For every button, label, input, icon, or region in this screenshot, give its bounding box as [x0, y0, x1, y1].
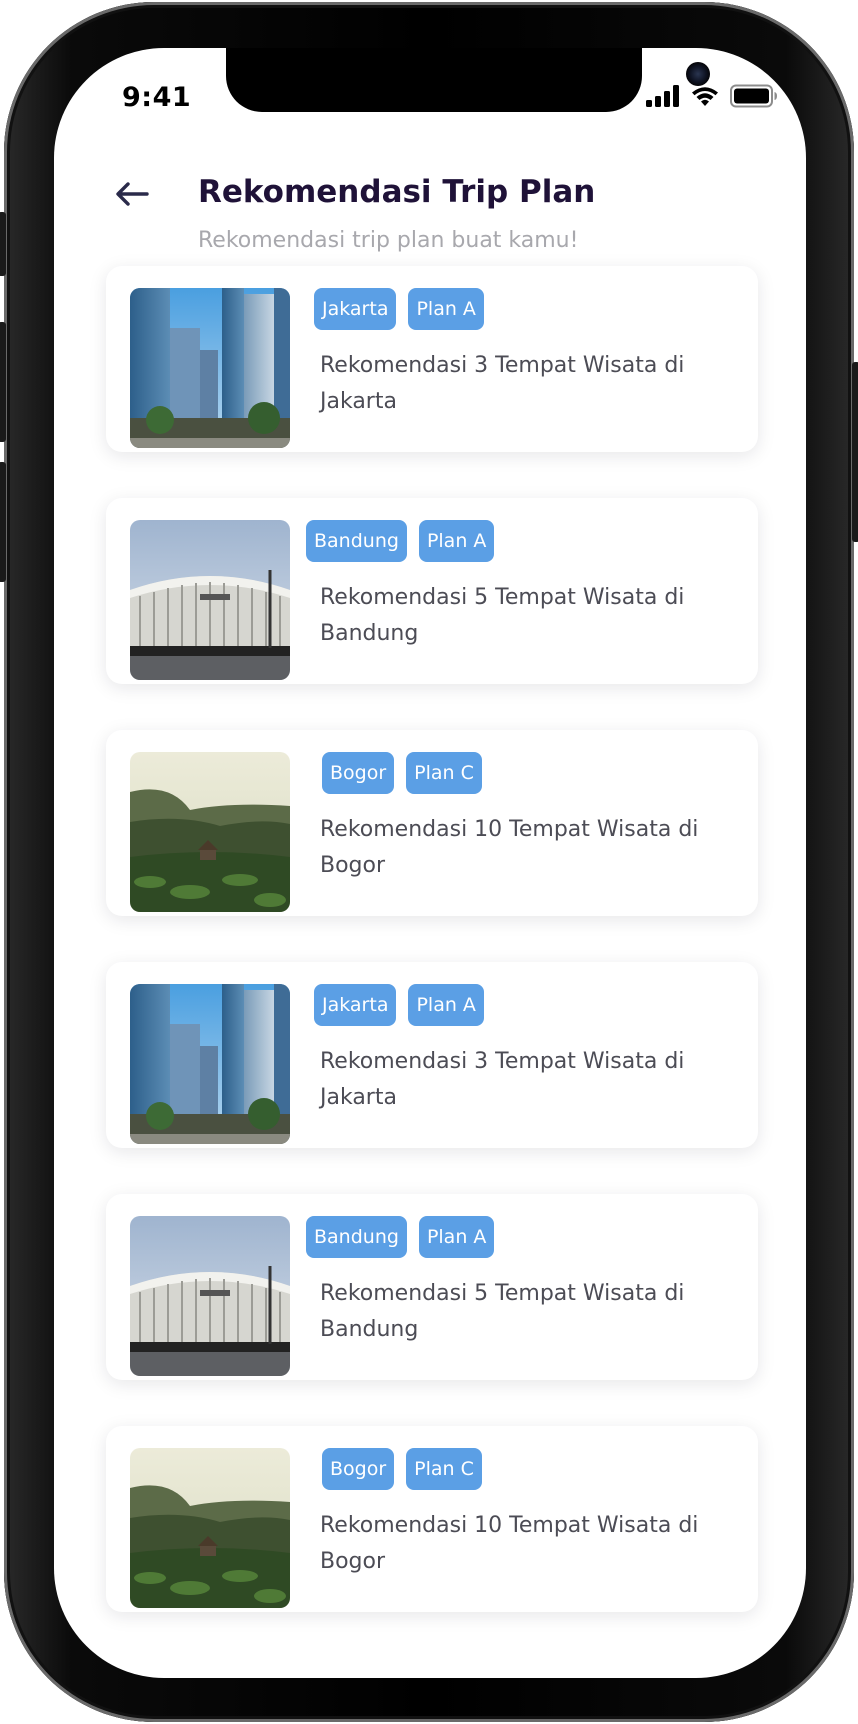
card-title: Rekomendasi 3 Tempat Wisata di Jakarta — [320, 353, 685, 414]
plan-tag: Plan A — [408, 288, 484, 330]
status-icons — [646, 84, 778, 112]
mute-switch — [0, 462, 6, 582]
card-title: Rekomendasi 10 Tempat Wisata di Bogor — [320, 817, 699, 878]
city-tag: Bogor — [322, 752, 395, 794]
plan-tag: Plan A — [418, 1216, 495, 1258]
jakarta-skyscrapers-photo — [130, 984, 290, 1144]
trip-card[interactable]: Jakarta Plan A Rekomendasi 3 Tempat Wisa… — [106, 266, 758, 452]
page-subtitle: Rekomendasi trip plan buat kamu! — [198, 228, 579, 253]
power-button — [852, 362, 858, 542]
plan-tag: Plan A — [418, 520, 495, 562]
plan-tag: Plan A — [408, 984, 484, 1026]
trip-card[interactable]: Bogor Plan C Rekomendasi 10 Tempat Wisat… — [106, 1426, 758, 1612]
bandung-stadium-photo — [130, 1216, 290, 1376]
tag-group: Jakarta Plan A — [314, 288, 484, 330]
jakarta-skyscrapers-photo — [130, 288, 290, 448]
city-tag: Bandung — [306, 1216, 407, 1258]
tag-group: Bandung Plan A — [306, 520, 495, 562]
bandung-stadium-photo — [130, 520, 290, 680]
tag-group: Bandung Plan A — [306, 1216, 495, 1258]
trip-card[interactable]: Jakarta Plan A Rekomendasi 3 Tempat Wisa… — [106, 962, 758, 1148]
card-title: Rekomendasi 5 Tempat Wisata di Bandung — [320, 585, 685, 646]
bogor-forest-photo — [130, 1448, 290, 1608]
trip-card[interactable]: Bandung Plan A Rekomendasi 5 Tempat Wisa… — [106, 498, 758, 684]
tag-group: Bogor Plan C — [322, 752, 482, 794]
plan-tag: Plan C — [406, 752, 482, 794]
signal-icon — [646, 85, 680, 111]
city-tag: Bandung — [306, 520, 407, 562]
phone-frame: 9:41 Rekomendasi Trip Plan Rekomendasi t… — [0, 2, 858, 1722]
card-title: Rekomendasi 3 Tempat Wisata di Jakarta — [320, 1049, 685, 1110]
phone-screen: 9:41 Rekomendasi Trip Plan Rekomendasi t… — [54, 48, 806, 1678]
battery-icon — [730, 84, 778, 112]
trip-card[interactable]: Bogor Plan C Rekomendasi 10 Tempat Wisat… — [106, 730, 758, 916]
notch — [226, 48, 710, 112]
bogor-forest-photo — [130, 752, 290, 912]
plan-tag: Plan C — [406, 1448, 482, 1490]
back-button[interactable] — [112, 176, 152, 216]
city-tag: Jakarta — [314, 984, 397, 1026]
tag-group: Bogor Plan C — [322, 1448, 482, 1490]
card-title: Rekomendasi 5 Tempat Wisata di Bandung — [320, 1281, 685, 1342]
volume-up-button — [0, 212, 6, 276]
arrow-left-icon — [114, 180, 150, 212]
camera-icon — [686, 62, 710, 86]
volume-down-button — [0, 322, 6, 442]
status-time: 9:41 — [122, 82, 192, 113]
city-tag: Jakarta — [314, 288, 397, 330]
trip-card[interactable]: Bandung Plan A Rekomendasi 5 Tempat Wisa… — [106, 1194, 758, 1380]
card-title: Rekomendasi 10 Tempat Wisata di Bogor — [320, 1513, 699, 1574]
page-title: Rekomendasi Trip Plan — [198, 174, 596, 210]
city-tag: Bogor — [322, 1448, 395, 1490]
wifi-icon — [690, 85, 720, 111]
tag-group: Jakarta Plan A — [314, 984, 484, 1026]
